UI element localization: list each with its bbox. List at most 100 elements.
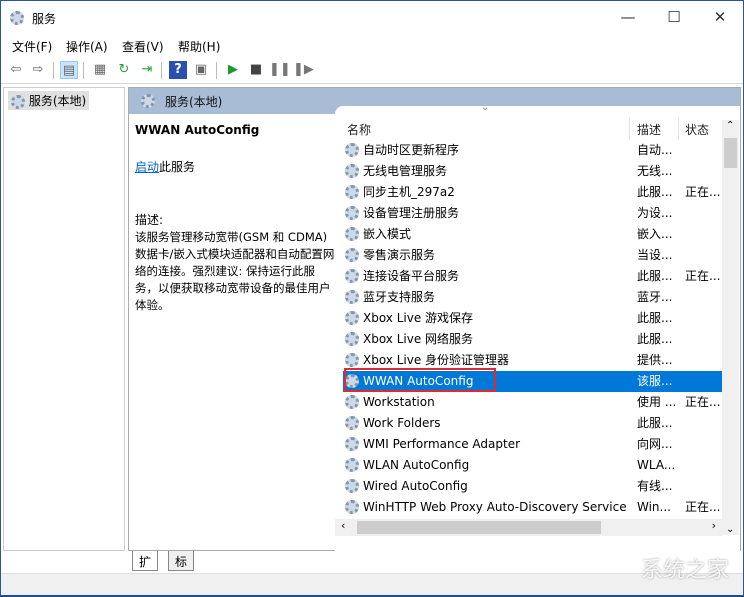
restart-service-icon[interactable]: ❚▶ — [293, 61, 314, 79]
services-pane: 服务(本地) WWAN AutoConfig 启动此服务 描述: 该服务管理移动… — [128, 87, 741, 551]
service-desc: 提供... — [637, 353, 673, 367]
scroll-thumb[interactable] — [357, 521, 601, 534]
title-bar: 服务 — ☐ ✕ — [1, 1, 743, 35]
show-hide-tree-icon[interactable]: ▤ — [60, 61, 78, 79]
menu-bar: 文件(F) 操作(A) 查看(V) 帮助(H) — [1, 35, 743, 57]
service-row[interactable]: 零售演示服务 当设... — [343, 245, 723, 266]
properties-icon[interactable]: ▦ — [91, 61, 109, 79]
column-header-name[interactable]: 名称 — [347, 121, 371, 138]
scroll-right-icon[interactable]: › — [712, 519, 716, 532]
service-name: WMI Performance Adapter — [363, 437, 521, 451]
service-desc: 此服... — [637, 185, 673, 199]
scroll-left-icon[interactable]: ‹ — [341, 519, 345, 532]
stop-service-icon[interactable]: ■ — [247, 61, 265, 79]
tab-standard[interactable]: 标准 — [168, 551, 195, 586]
forward-icon[interactable]: ⇨ — [29, 61, 47, 79]
service-gear-icon — [345, 164, 359, 178]
service-desc: 该服... — [637, 374, 673, 388]
service-row[interactable]: WMI Performance Adapter 向网... — [343, 434, 723, 455]
service-gear-icon — [345, 269, 359, 283]
service-row[interactable]: 蓝牙支持服务 蓝牙... — [343, 287, 723, 308]
service-gear-icon — [345, 416, 359, 430]
service-row[interactable]: 连接设备平台服务 此服... 正在... — [343, 266, 723, 287]
scroll-down-icon[interactable]: ⌄ — [726, 524, 734, 535]
back-icon[interactable]: ⇦ — [7, 61, 25, 79]
horizontal-scrollbar[interactable]: ‹ › — [335, 519, 722, 536]
service-row[interactable]: 同步主机_297a2 此服... 正在... — [343, 182, 723, 203]
service-row[interactable]: WinHTTP Web Proxy Auto-Discovery Service… — [343, 497, 723, 518]
service-name: Wired AutoConfig — [363, 479, 468, 493]
service-gear-icon — [345, 227, 359, 241]
service-row[interactable]: Work Folders 此服... — [343, 413, 723, 434]
service-desc: 嵌入... — [637, 227, 673, 241]
minimize-button[interactable]: — — [605, 1, 651, 35]
service-row[interactable]: 嵌入模式 嵌入... — [343, 224, 723, 245]
service-desc: 蓝牙... — [637, 290, 673, 304]
vertical-scrollbar[interactable]: ⌃ ⌄ — [722, 120, 739, 535]
tab-extended[interactable]: 扩展 — [132, 551, 159, 586]
watermark-logo: 系统之家 — [640, 558, 729, 583]
service-gear-icon — [345, 353, 359, 367]
service-name: WLAN AutoConfig — [363, 458, 470, 472]
window-title: 服务 — [32, 12, 57, 26]
tree-pane: 服务(本地) — [3, 87, 125, 551]
tree-item-services-local[interactable]: 服务(本地) — [8, 91, 90, 110]
service-status: 正在... — [685, 500, 721, 514]
selected-service-name: WWAN AutoConfig — [135, 123, 260, 137]
service-row[interactable]: 设备管理注册服务 为设... — [343, 203, 723, 224]
service-row[interactable]: WLAN AutoConfig WLA... — [343, 455, 723, 476]
service-name: 蓝牙支持服务 — [363, 290, 436, 304]
service-name: Xbox Live 网络服务 — [363, 332, 474, 346]
column-header-desc[interactable]: 描述 — [637, 121, 661, 138]
menu-help[interactable]: 帮助(H) — [178, 38, 220, 55]
console-icon[interactable]: ▣ — [192, 61, 210, 79]
service-desc: 此服... — [637, 269, 673, 283]
pause-service-icon[interactable]: ❚❚ — [269, 61, 291, 79]
service-row[interactable]: 自动时区更新程序 自动... — [343, 140, 723, 161]
service-desc: 此服... — [637, 311, 673, 325]
services-icon — [10, 11, 24, 25]
service-name: Workstation — [363, 395, 435, 409]
service-desc: 无线... — [637, 164, 673, 178]
help-icon[interactable]: ? — [169, 61, 187, 79]
export-icon[interactable]: ⇥ — [138, 61, 156, 79]
service-status: 正在... — [685, 269, 721, 283]
service-name: 无线电管理服务 — [363, 164, 448, 178]
description-text: 该服务管理移动宽带(GSM 和 CDMA)数据卡/嵌入式模块适配器和自动配置网络… — [135, 230, 335, 312]
scroll-thumb[interactable] — [724, 138, 737, 168]
service-status: 正在... — [685, 185, 721, 199]
service-row[interactable]: Xbox Live 游戏保存 此服... — [343, 308, 723, 329]
start-service-link[interactable]: 启动 — [135, 160, 159, 174]
menu-view[interactable]: 查看(V) — [122, 38, 164, 55]
service-row[interactable]: Xbox Live 网络服务 此服... — [343, 329, 723, 350]
service-name: Xbox Live 游戏保存 — [363, 311, 474, 325]
pane-header-title: 服务(本地) — [165, 95, 223, 109]
highlight-box — [344, 368, 496, 392]
service-desc: 向网... — [637, 437, 673, 451]
service-gear-icon — [345, 500, 359, 514]
refresh-icon[interactable]: ↻ — [115, 61, 133, 79]
services-icon — [11, 94, 25, 109]
menu-file[interactable]: 文件(F) — [12, 38, 52, 55]
service-name: 嵌入模式 — [363, 227, 412, 241]
maximize-button[interactable]: ☐ — [651, 1, 697, 35]
service-row[interactable]: Wired AutoConfig 有线... — [343, 476, 723, 497]
service-desc: 此服... — [637, 332, 673, 346]
service-gear-icon — [345, 311, 359, 325]
service-row[interactable]: Workstation 使用 ... 正在... — [343, 392, 723, 413]
service-name: 连接设备平台服务 — [363, 269, 460, 283]
close-button[interactable]: ✕ — [697, 1, 743, 35]
service-desc: 有线... — [637, 479, 673, 493]
scroll-up-icon[interactable]: ⌃ — [726, 120, 734, 131]
service-desc: Win... — [637, 500, 671, 514]
service-name: WinHTTP Web Proxy Auto-Discovery Service — [363, 500, 627, 514]
service-gear-icon — [345, 479, 359, 493]
menu-action[interactable]: 操作(A) — [66, 38, 108, 55]
service-row[interactable]: 无线电管理服务 无线... — [343, 161, 723, 182]
start-service-icon[interactable]: ▶ — [224, 61, 242, 79]
column-header-status[interactable]: 状态 — [685, 121, 709, 138]
service-desc: 为设... — [637, 206, 673, 220]
services-list: ⌄ 名称 描述 状态 自动时区更新程序 自动... 无线电管理服务 无线... 同步主机… — [335, 102, 740, 551]
status-bar: 系统之家 — [1, 558, 743, 595]
service-gear-icon — [345, 395, 359, 409]
